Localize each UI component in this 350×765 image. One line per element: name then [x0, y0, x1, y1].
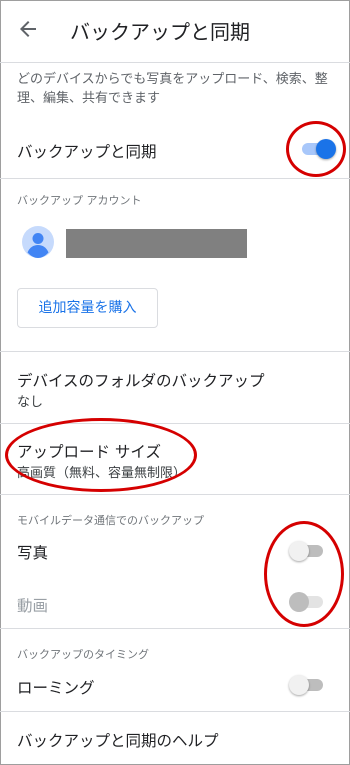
page-title: バックアップと同期	[70, 20, 250, 44]
device-folders-label: デバイスのフォルダのバックアップ	[17, 372, 265, 390]
upload-size-label: アップロード サイズ	[17, 443, 161, 461]
divider	[0, 423, 350, 424]
mobile-videos-toggle[interactable]	[289, 592, 325, 612]
back-arrow-icon[interactable]	[16, 17, 40, 41]
backup-sync-toggle[interactable]	[300, 139, 336, 159]
divider	[0, 494, 350, 495]
mobile-photos-label: 写真	[17, 544, 49, 562]
toggle-thumb	[289, 541, 309, 561]
redacted-account-email	[66, 229, 247, 258]
divider	[0, 711, 350, 712]
roaming-label: ローミング	[17, 679, 95, 697]
buy-storage-button[interactable]: 追加容量を購入	[17, 288, 158, 328]
app-bar: バックアップと同期	[0, 0, 350, 63]
mobile-data-section-label: モバイルデータ通信でのバックアップ	[17, 514, 204, 527]
divider	[0, 178, 350, 179]
timing-section-label: バックアップのタイミング	[17, 648, 149, 661]
roaming-toggle[interactable]	[289, 675, 325, 695]
mobile-videos-label: 動画	[17, 597, 49, 615]
help-label: バックアップと同期のヘルプ	[17, 732, 219, 750]
feature-description: どのデバイスからでも写真をアップロード、検索、整理、編集、共有できます	[17, 72, 328, 106]
device-folders-value: なし	[17, 395, 44, 410]
toggle-thumb	[289, 592, 309, 612]
divider	[0, 628, 350, 629]
toggle-thumb	[289, 675, 309, 695]
toggle-thumb	[316, 139, 336, 159]
backup-sync-label: バックアップと同期	[17, 143, 157, 161]
account-avatar-icon[interactable]	[22, 226, 54, 258]
upload-size-value: 高画質（無料、容量無制限）	[17, 466, 187, 481]
mobile-photos-toggle[interactable]	[289, 541, 325, 561]
divider	[0, 351, 350, 352]
backup-account-section-label: バックアップ アカウント	[17, 194, 142, 207]
